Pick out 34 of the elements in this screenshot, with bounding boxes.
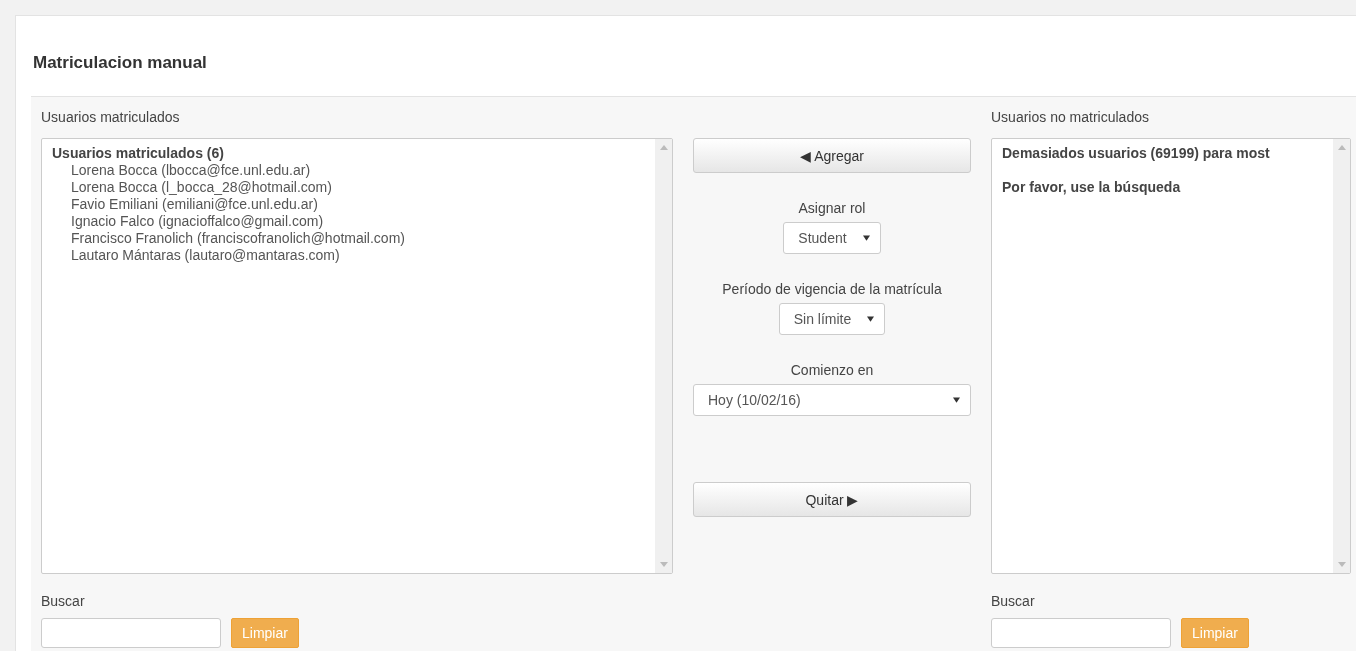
search-label: Buscar xyxy=(41,593,86,610)
role-select[interactable]: Student xyxy=(783,222,881,254)
start-select[interactable]: Hoy (10/02/16) xyxy=(693,384,971,416)
scrollbar[interactable] xyxy=(655,139,672,573)
user-list[interactable]: Demasiados usuarios (69199) para most Por favor, use la búsqueda xyxy=(991,138,1351,574)
user-option[interactable]: Francisco Franolich (franciscofranolich@hotmail.com) xyxy=(52,230,645,247)
caret-icon xyxy=(867,316,875,322)
scroll-up-icon[interactable] xyxy=(659,145,668,150)
user-option[interactable]: Favio Emiliani (emiliani@fce.unl.edu.ar) xyxy=(52,196,645,213)
list-message: Demasiados usuarios (69199) para most xyxy=(1002,145,1271,162)
search-field[interactable] xyxy=(991,618,1171,648)
period-label: Período de vigencia de la matrícula xyxy=(722,281,942,297)
scroll-down-icon[interactable] xyxy=(1337,562,1346,567)
caret-icon xyxy=(862,235,870,241)
user-list[interactable] xyxy=(41,138,673,574)
role-label: Asignar rol xyxy=(798,200,866,216)
add-button[interactable]: ◀ Agregar xyxy=(693,138,971,173)
period-select[interactable]: Sin límite xyxy=(778,303,886,335)
user-option[interactable]: Lorena Bocca (l_bocca_28@hotmail.com) xyxy=(52,179,645,196)
remove-button[interactable]: Quitar ▶ xyxy=(693,482,971,517)
user-option[interactable]: Ignacio Falco (ignacioffalco@gmail.com) xyxy=(52,213,645,230)
scroll-down-icon[interactable] xyxy=(659,562,668,567)
start-label: Comienzo en xyxy=(790,362,874,378)
list-message: Por favor, use la búsqueda xyxy=(1002,179,1182,196)
caret-icon xyxy=(953,397,960,403)
user-option[interactable]: Lautaro Mántaras (lautaro@mantaras.com) xyxy=(52,247,645,264)
group-heading: Usuarios matriculados (6) xyxy=(52,145,225,162)
search-label: Buscar xyxy=(991,593,1036,610)
list-label: Usuarios no matriculados xyxy=(991,109,1150,126)
list-label: Usuarios matriculados xyxy=(41,109,181,126)
search-field[interactable] xyxy=(41,618,221,648)
scroll-up-icon[interactable] xyxy=(1337,145,1346,150)
scrollbar[interactable] xyxy=(1333,139,1350,573)
user-option[interactable]: Lorena Bocca (lbocca@fce.unl.edu.ar) xyxy=(52,162,645,179)
